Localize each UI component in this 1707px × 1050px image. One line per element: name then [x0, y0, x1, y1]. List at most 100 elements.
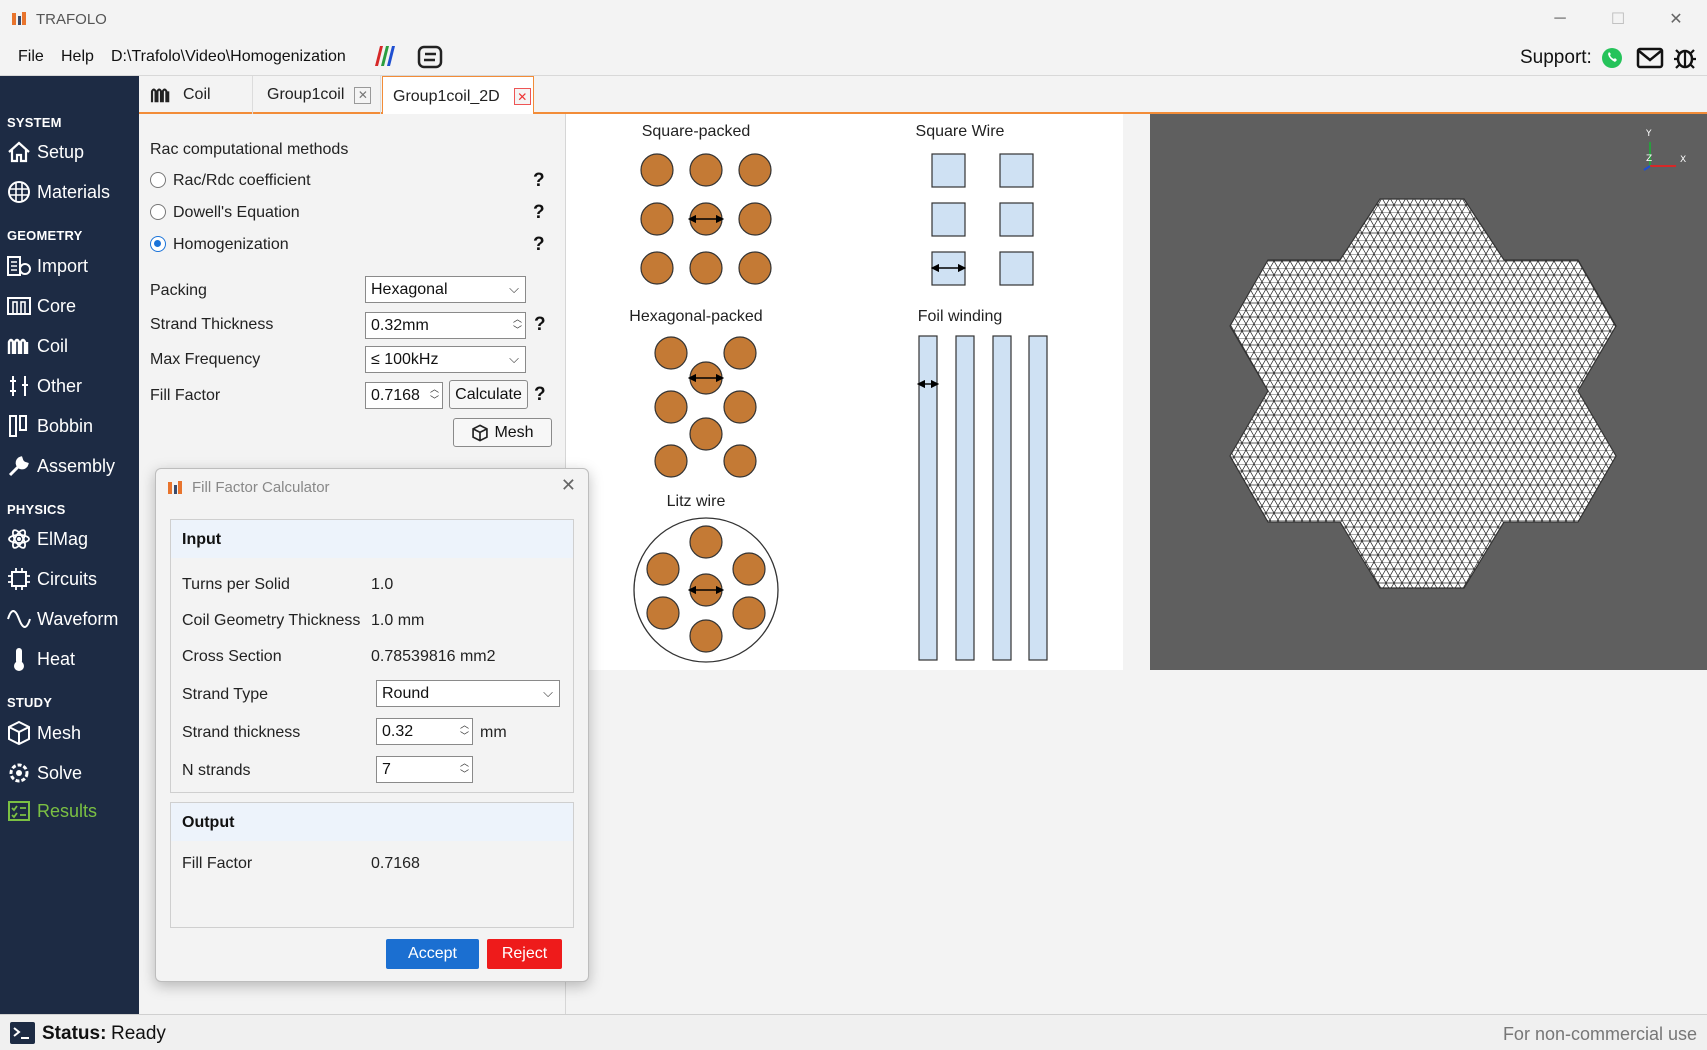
coil-thickness-value: 1.0 mm: [371, 612, 425, 629]
mesh-button[interactable]: Mesh: [453, 418, 552, 447]
sidebar-item-materials[interactable]: Materials: [6, 175, 136, 209]
sidebar-item-waveform[interactable]: Waveform: [6, 602, 136, 636]
status-bar: Status: Ready For non-commercial use: [0, 1014, 1707, 1050]
spin-arrows-icon[interactable]: ︿ ﹀: [460, 720, 469, 742]
color-scale-icon[interactable]: [371, 44, 399, 68]
packing-diagram: Square-packed Square Wire Hexagonal-pack…: [566, 114, 1123, 670]
help-icon[interactable]: ?: [533, 170, 545, 192]
solve-gear-icon: [6, 760, 32, 786]
menu-help[interactable]: Help: [61, 48, 94, 66]
mesh-viewport[interactable]: Y X Z: [1150, 114, 1707, 670]
radio-homogenization[interactable]: [150, 236, 166, 252]
spin-arrows-icon[interactable]: ︿ ﹀: [430, 384, 439, 406]
sidebar-item-bobbin[interactable]: Bobbin: [6, 409, 136, 443]
terminal-icon[interactable]: [9, 1021, 36, 1045]
help-icon[interactable]: ?: [534, 314, 546, 336]
sidebar-item-solve[interactable]: Solve: [6, 756, 136, 790]
coil-thickness-label: Coil Geometry Thickness: [182, 612, 361, 629]
tab-coil[interactable]: Coil: [139, 76, 253, 114]
radio-rac-rdc[interactable]: [150, 172, 166, 188]
core-icon: [6, 293, 32, 319]
n-strands-label: N strands: [182, 762, 251, 779]
coil-icon: [150, 88, 170, 103]
tab-label: Group1coil: [267, 86, 345, 103]
radio-label: Homogenization: [173, 236, 289, 253]
sidebar-item-label: Waveform: [37, 608, 119, 629]
sidebar-item-assembly[interactable]: Assembly: [6, 449, 136, 483]
section-physics: PHYSICS: [7, 502, 66, 517]
sidebar-item-label: Assembly: [37, 455, 116, 476]
license-notice: For non-commercial use: [1502, 1024, 1697, 1044]
sidebar-item-label: Circuits: [37, 568, 98, 589]
help-icon[interactable]: ?: [533, 202, 545, 224]
n-strands-input[interactable]: 7 ︿ ﹀: [376, 756, 473, 783]
sidebar-item-elmag[interactable]: ElMag: [6, 522, 136, 556]
packing-value: Hexagonal: [371, 281, 448, 298]
strand-thickness-input[interactable]: 0.32mm ︿ ﹀: [365, 312, 526, 339]
bug-report-icon[interactable]: [1672, 44, 1698, 70]
calculate-button[interactable]: Calculate: [449, 380, 528, 409]
close-window-button[interactable]: ✕: [1653, 6, 1699, 32]
mail-icon[interactable]: [1636, 47, 1664, 69]
whatsapp-icon[interactable]: [1600, 46, 1624, 70]
dialog-title: Fill Factor Calculator: [192, 479, 330, 496]
help-icon[interactable]: ?: [534, 384, 546, 406]
sidebar-item-results[interactable]: Results: [6, 794, 136, 828]
sidebar-item-import[interactable]: Import: [6, 249, 136, 283]
tab-bar: Coil Group1coil ✕ Group1coil_2D ✕: [139, 76, 1707, 116]
minimize-button[interactable]: ─: [1537, 6, 1583, 32]
close-icon[interactable]: ✕: [561, 475, 576, 496]
sidebar-item-heat[interactable]: Heat: [6, 642, 136, 676]
wrench-icon: [6, 453, 32, 479]
input-header: Input: [171, 520, 573, 558]
sidebar-item-other[interactable]: Other: [6, 369, 136, 403]
trafolo-logo-icon: [168, 481, 182, 494]
radio-dowell[interactable]: [150, 204, 166, 220]
sidebar-item-label: Heat: [37, 648, 76, 669]
mesh-cube-icon: [6, 720, 32, 746]
waveform-icon: [6, 606, 32, 632]
tab-group1coil[interactable]: Group1coil ✕: [253, 76, 381, 114]
sidebar-item-circuits[interactable]: Circuits: [6, 562, 136, 596]
fill-factor-label: Fill Factor: [150, 387, 221, 404]
section-geometry: GEOMETRY: [7, 228, 83, 243]
mesh-drawing[interactable]: Y X Z: [1150, 114, 1707, 670]
packing-select[interactable]: Hexagonal ⌵: [365, 276, 526, 303]
output-group: Output Fill Factor 0.7168: [170, 802, 574, 928]
fill-factor-value: 0.7168: [371, 387, 420, 404]
sidebar-item-setup[interactable]: Setup: [6, 135, 136, 169]
tab-group1coil-2d[interactable]: Group1coil_2D ✕: [382, 76, 534, 116]
strand-type-value: Round: [382, 685, 430, 702]
output-header: Output: [171, 803, 573, 841]
close-tab-icon[interactable]: ✕: [354, 86, 372, 104]
close-tab-icon[interactable]: ✕: [513, 88, 531, 105]
materials-icon: [6, 179, 32, 205]
accept-button[interactable]: Accept: [386, 939, 479, 969]
spin-arrows-icon[interactable]: ︿ ﹀: [513, 314, 522, 336]
help-icon[interactable]: ?: [533, 234, 545, 256]
axis-triad-icon: Y X Z: [1643, 129, 1686, 171]
strand-type-select[interactable]: Round ⌵: [376, 680, 560, 707]
sidebar: SYSTEM Setup Materials GEOMETRY Import C…: [0, 76, 139, 1016]
strand-thickness-input[interactable]: 0.32 ︿ ﹀: [376, 718, 473, 745]
sidebar-item-core[interactable]: Core: [6, 289, 136, 323]
home-icon: [6, 139, 32, 165]
max-frequency-value: ≤ 100kHz: [371, 351, 439, 368]
script-icon[interactable]: [416, 44, 444, 70]
fill-factor-input[interactable]: 0.7168 ︿ ﹀: [365, 382, 443, 409]
section-study: STUDY: [7, 695, 53, 710]
title-bar: TRAFOLO ─ ☐ ✕: [0, 0, 1707, 38]
spin-arrows-icon[interactable]: ︿ ﹀: [460, 758, 469, 780]
sidebar-item-label: Mesh: [37, 722, 82, 743]
sidebar-item-mesh[interactable]: Mesh: [6, 716, 136, 750]
menu-file[interactable]: File: [18, 48, 44, 66]
maximize-button[interactable]: ☐: [1595, 6, 1641, 32]
max-frequency-select[interactable]: ≤ 100kHz ⌵: [365, 346, 526, 373]
sidebar-item-label: Coil: [37, 335, 69, 356]
cross-section-value: 0.78539816 mm2: [371, 648, 496, 665]
methods-title: Rac computational methods: [150, 141, 349, 158]
sidebar-item-label: Core: [37, 295, 77, 316]
sidebar-item-coil[interactable]: Coil: [6, 329, 136, 363]
status-label: Status:: [42, 1023, 107, 1044]
reject-button[interactable]: Reject: [487, 939, 562, 969]
